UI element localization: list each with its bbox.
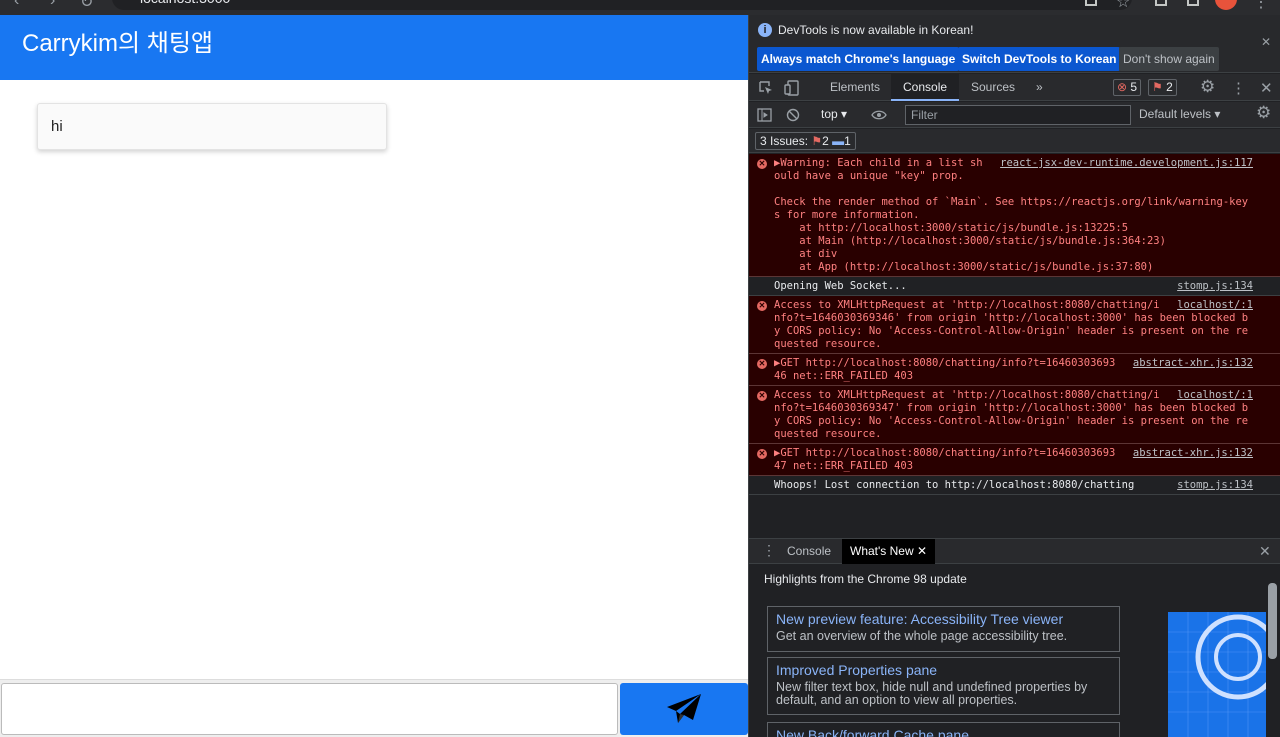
error-icon: ✕ xyxy=(757,301,767,311)
browser-toolbar: ‹ › ↻ localhost:3000 ☆ ⋮ xyxy=(0,0,1280,15)
console-source-link[interactable]: stomp.js:134 xyxy=(1177,280,1253,293)
context-selector[interactable]: top ▾ xyxy=(821,107,847,121)
console-source-link[interactable]: abstract-xhr.js:132 xyxy=(1133,447,1253,460)
issue-flag-icon: ⚑ xyxy=(1152,80,1163,94)
console-settings-icon[interactable]: ⚙ xyxy=(1256,103,1271,123)
console-message[interactable]: ▶GET http://localhost:8080/chatting/info… xyxy=(774,357,1115,382)
profile-avatar[interactable] xyxy=(1215,0,1237,10)
live-expression-eye-icon[interactable] xyxy=(871,110,887,120)
error-icon: ✕ xyxy=(757,359,767,369)
chrome-update-illustration xyxy=(1168,612,1266,737)
language-notice-text: DevTools is now available in Korean! xyxy=(778,23,974,37)
back-icon[interactable]: ‹ xyxy=(14,0,19,10)
feature-description: New filter text box, hide null and undef… xyxy=(776,680,1088,707)
feature-title[interactable]: New preview feature: Accessibility Tree … xyxy=(776,611,1111,628)
feature-title[interactable]: Improved Properties pane xyxy=(776,662,1111,679)
error-flag-icon: ⚑ xyxy=(811,134,823,148)
message-input-bar xyxy=(0,679,748,737)
drawer-scrollbar[interactable] xyxy=(1268,583,1277,659)
console-source-link[interactable]: abstract-xhr.js:132 xyxy=(1133,357,1253,370)
send-button[interactable] xyxy=(620,683,748,735)
feature-card[interactable]: New preview feature: Accessibility Tree … xyxy=(767,606,1120,652)
feature-card[interactable]: New Back/forward Cache pane xyxy=(767,722,1120,737)
console-source-link[interactable]: stomp.js:134 xyxy=(1177,479,1253,492)
inspect-element-icon[interactable] xyxy=(759,81,773,95)
dont-show-again-button[interactable]: Don't show again xyxy=(1119,47,1219,71)
issue-count-badge[interactable]: ⚑ 2 xyxy=(1148,79,1177,96)
feature-title[interactable]: New Back/forward Cache pane xyxy=(776,727,1111,737)
whats-new-panel: Highlights from the Chrome 98 update New… xyxy=(749,565,1280,737)
error-count-badge[interactable]: ⊗ 5 xyxy=(1113,79,1142,96)
menu-kebab-icon[interactable]: ⋮ xyxy=(1253,0,1269,12)
console-message[interactable]: Whoops! Lost connection to http://localh… xyxy=(774,479,1134,491)
tab-search-icon[interactable] xyxy=(1187,0,1199,6)
info-icon: i xyxy=(758,23,772,37)
console-source-link[interactable]: localhost/:1 xyxy=(1177,299,1253,312)
chat-message: hi xyxy=(37,103,387,150)
log-levels-dropdown[interactable]: Default levels ▾ xyxy=(1139,107,1220,121)
devtools-menu-icon[interactable]: ⋮ xyxy=(1231,79,1246,97)
extensions-icon[interactable] xyxy=(1155,0,1167,6)
sidebar-toggle-icon[interactable] xyxy=(757,108,772,122)
feature-card[interactable]: Improved Properties pane New filter text… xyxy=(767,657,1120,715)
language-infobar: i DevTools is now available in Korean! ✕… xyxy=(749,15,1280,73)
tab-console[interactable]: Console xyxy=(891,74,960,101)
console-entry: stomp.js:134 Whoops! Lost connection to h… xyxy=(749,476,1280,495)
reload-icon[interactable]: ↻ xyxy=(80,0,93,12)
more-tabs-icon[interactable]: » xyxy=(1024,74,1055,101)
console-entry: ✕ localhost/:1 Access to XMLHttpRequest at… xyxy=(749,296,1280,354)
message-input[interactable] xyxy=(1,683,618,735)
console-filter-input[interactable]: Filter xyxy=(905,105,1131,125)
console-message[interactable]: ▶GET http://localhost:8080/chatting/info… xyxy=(774,447,1115,472)
devtools-tabbar: Elements Console Sources » ⊗ 5 ⚑ 2 ⚙ ⋮ ✕ xyxy=(749,74,1280,101)
console-entry: ✕ abstract-xhr.js:132 ▶GET http://localhos… xyxy=(749,444,1280,476)
info-message-icon: ▬ xyxy=(832,134,845,148)
drawer-menu-icon[interactable]: ⋮ xyxy=(762,542,776,559)
devtools-panel: i DevTools is now available in Korean! ✕… xyxy=(748,15,1280,737)
close-drawer-icon[interactable]: ✕ xyxy=(1259,543,1271,560)
console-toolbar: top ▾ Filter Default levels ▾ ⚙ xyxy=(749,102,1280,128)
clear-console-icon[interactable] xyxy=(786,108,800,122)
paper-plane-icon xyxy=(667,694,701,723)
settings-gear-icon[interactable]: ⚙ xyxy=(1200,77,1215,97)
whats-new-heading: Highlights from the Chrome 98 update xyxy=(764,572,967,586)
console-log: ✕ react-jsx-dev-runtime.development.js:11… xyxy=(749,154,1280,536)
console-entry: ✕ localhost/:1 Access to XMLHttpRequest at… xyxy=(749,386,1280,444)
app-title: Carrykim의 채팅앱 xyxy=(22,30,213,57)
console-message[interactable]: ▶Warning: Each child in a list should ha… xyxy=(774,157,1248,273)
issues-button[interactable]: 3 Issues: ⚑2 ▬1 xyxy=(755,132,856,150)
close-devtools-icon[interactable]: ✕ xyxy=(1260,79,1273,97)
share-icon[interactable] xyxy=(1085,0,1097,6)
drawer-tab-whats-new[interactable]: What's New ✕ xyxy=(842,539,936,564)
console-source-link[interactable]: react-jsx-dev-runtime.development.js:117 xyxy=(1000,157,1253,170)
feature-description: Get an overview of the whole page access… xyxy=(776,629,1068,643)
match-language-button[interactable]: Always match Chrome's language xyxy=(757,47,960,71)
app-header: Carrykim의 채팅앱 xyxy=(0,15,748,80)
forward-icon[interactable]: › xyxy=(50,0,55,10)
device-toolbar-icon[interactable] xyxy=(784,80,800,96)
error-icon: ⊗ xyxy=(1117,80,1128,94)
console-entry: ✕ react-jsx-dev-runtime.development.js:11… xyxy=(749,154,1280,277)
console-entry: stomp.js:134 Opening Web Socket... xyxy=(749,277,1280,296)
drawer-tab-console[interactable]: Console xyxy=(779,539,839,564)
bookmark-star-icon[interactable]: ☆ xyxy=(1116,0,1130,12)
close-icon[interactable]: ✕ xyxy=(1261,35,1271,49)
drawer-tabbar: ⋮ Console What's New ✕ ✕ xyxy=(749,538,1280,564)
switch-korean-button[interactable]: Switch DevTools to Korean xyxy=(958,47,1121,71)
tab-elements[interactable]: Elements xyxy=(818,74,892,101)
address-bar[interactable]: localhost:3000 xyxy=(112,0,1132,10)
console-source-link[interactable]: localhost/:1 xyxy=(1177,389,1253,402)
console-message[interactable]: Opening Web Socket... xyxy=(774,280,907,292)
console-entry: ✕ abstract-xhr.js:132 ▶GET http://localhos… xyxy=(749,354,1280,386)
tab-sources[interactable]: Sources xyxy=(959,74,1027,101)
error-icon: ✕ xyxy=(757,391,767,401)
chat-app: Carrykim의 채팅앱 hi xyxy=(0,15,748,737)
error-icon: ✕ xyxy=(757,159,767,169)
issues-bar: 3 Issues: ⚑2 ▬1 xyxy=(749,129,1280,153)
error-icon: ✕ xyxy=(757,449,767,459)
close-tab-icon[interactable]: ✕ xyxy=(917,544,927,558)
